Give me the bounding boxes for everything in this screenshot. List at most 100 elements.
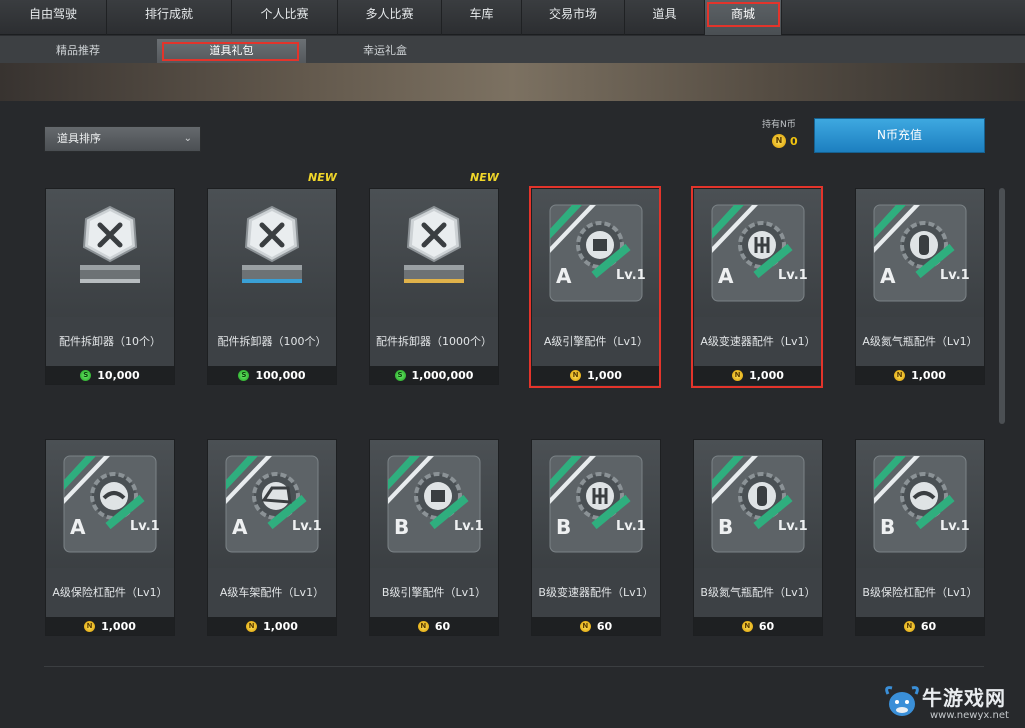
price-value: 1,000,000 xyxy=(411,368,474,382)
recharge-button[interactable]: N币充值 xyxy=(814,118,985,153)
item-card[interactable]: B Lv.1 B级变速器配件（Lv1） N 60 xyxy=(531,439,661,636)
price-value: 60 xyxy=(434,619,451,633)
item-price: S 100,000 xyxy=(208,366,336,384)
tab-multiplayer[interactable]: 多人比赛 xyxy=(338,0,442,35)
n-coin-icon: N xyxy=(741,620,753,632)
gearbox-icon: A Lv.1 xyxy=(694,189,822,317)
n-coin-icon: N xyxy=(732,369,744,381)
item-name: A级保险杠配件（Lv1） xyxy=(46,568,174,617)
nitro-icon: A Lv.1 xyxy=(856,189,984,317)
n-coin-icon: N xyxy=(570,369,582,381)
svg-text:A: A xyxy=(70,515,86,539)
coins-balance: N 0 xyxy=(772,133,798,149)
engine-icon: A Lv.1 xyxy=(532,189,660,317)
item-card[interactable]: A Lv.1 A级氮气瓶配件（Lv1） N 1,000 xyxy=(855,188,985,385)
item-name: A级氮气瓶配件（Lv1） xyxy=(856,317,984,366)
item-card[interactable]: A Lv.1 A级变速器配件（Lv1） N 1,000 xyxy=(693,188,823,385)
tab-solo-race[interactable]: 个人比赛 xyxy=(232,0,338,35)
item-card[interactable]: B Lv.1 B级氮气瓶配件（Lv1） N 60 xyxy=(693,439,823,636)
svg-text:A: A xyxy=(232,515,248,539)
item-name: A级车架配件（Lv1） xyxy=(208,568,336,617)
item-price: N 60 xyxy=(856,617,984,635)
coins-value: 0 xyxy=(790,134,798,148)
svg-text:Lv.1: Lv.1 xyxy=(454,519,484,534)
item-price: N 1,000 xyxy=(532,366,660,384)
n-coin-icon: N xyxy=(246,620,258,632)
gearbox-icon: B Lv.1 xyxy=(532,440,660,568)
item-price: N 1,000 xyxy=(208,617,336,635)
subtab-featured[interactable]: 精品推荐 xyxy=(38,39,118,63)
chevron-down-icon: ⌄ xyxy=(183,133,192,144)
main-nav: 自由驾驶 排行成就 个人比赛 多人比赛 车库 交易市场 道具 商城 xyxy=(0,0,1025,35)
coins-label: 持有N币 xyxy=(762,120,796,130)
sort-label: 道具排序 xyxy=(57,132,101,145)
item-name: 配件拆卸器（1000个） xyxy=(370,317,498,366)
tool-box-icon xyxy=(370,189,498,317)
item-name: A级引擎配件（Lv1） xyxy=(532,317,660,366)
price-value: 1,000 xyxy=(101,619,136,633)
chassis-icon: A Lv.1 xyxy=(208,440,336,568)
sub-nav: 精品推荐 道具礼包 幸运礼盒 xyxy=(0,36,1025,63)
tab-garage[interactable]: 车库 xyxy=(442,0,522,35)
svg-text:B: B xyxy=(556,515,571,539)
price-value: 1,000 xyxy=(911,368,946,382)
svg-text:A: A xyxy=(718,264,734,288)
svg-text:B: B xyxy=(718,515,733,539)
subtab-lucky-box[interactable]: 幸运礼盒 xyxy=(345,39,425,63)
item-price: N 60 xyxy=(694,617,822,635)
item-card[interactable]: A Lv.1 A级保险杠配件（Lv1） N 1,000 xyxy=(45,439,175,636)
svg-text:A: A xyxy=(880,264,896,288)
item-card[interactable]: B Lv.1 B级引擎配件（Lv1） N 60 xyxy=(369,439,499,636)
item-card[interactable]: 配件拆卸器（10个） S 10,000 xyxy=(45,188,175,385)
item-name: 配件拆卸器（100个） xyxy=(208,317,336,366)
price-value: 60 xyxy=(920,619,937,633)
tab-market[interactable]: 交易市场 xyxy=(522,0,625,35)
svg-text:Lv.1: Lv.1 xyxy=(778,268,808,283)
price-value: 1,000 xyxy=(263,619,298,633)
n-coin-icon: N xyxy=(894,369,906,381)
price-value: 10,000 xyxy=(97,368,140,382)
item-card[interactable]: B Lv.1 B级保险杠配件（Lv1） N 60 xyxy=(855,439,985,636)
svg-text:B: B xyxy=(880,515,895,539)
tool-box-icon xyxy=(208,189,336,317)
item-card[interactable]: A Lv.1 A级引擎配件（Lv1） N 1,000 xyxy=(531,188,661,385)
item-price: N 1,000 xyxy=(46,617,174,635)
item-name: B级氮气瓶配件（Lv1） xyxy=(694,568,822,617)
item-price: S 10,000 xyxy=(46,366,174,384)
item-card[interactable]: 配件拆卸器（100个） S 100,000 xyxy=(207,188,337,385)
engine-icon: B Lv.1 xyxy=(370,440,498,568)
svg-text:Lv.1: Lv.1 xyxy=(616,519,646,534)
item-card[interactable]: A Lv.1 A级车架配件（Lv1） N 1,000 xyxy=(207,439,337,636)
bumper-icon: A Lv.1 xyxy=(46,440,174,568)
price-value: 60 xyxy=(758,619,775,633)
tab-rankings[interactable]: 排行成就 xyxy=(107,0,232,35)
bumper-icon: B Lv.1 xyxy=(856,440,984,568)
new-badge: NEW xyxy=(470,171,499,184)
scrollbar[interactable] xyxy=(999,188,1005,424)
svg-text:Lv.1: Lv.1 xyxy=(778,519,808,534)
price-value: 60 xyxy=(596,619,613,633)
s-coin-icon: S xyxy=(80,369,92,381)
price-value: 100,000 xyxy=(255,368,306,382)
watermark: 牛游戏网 www.newyx.net xyxy=(882,680,1022,726)
tab-shop[interactable]: 商城 xyxy=(705,0,782,35)
svg-text:Lv.1: Lv.1 xyxy=(616,268,646,283)
watermark-url: www.newyx.net xyxy=(930,710,1009,721)
bull-logo-icon xyxy=(885,686,919,716)
svg-text:Lv.1: Lv.1 xyxy=(940,519,970,534)
item-name: 配件拆卸器（10个） xyxy=(46,317,174,366)
sort-dropdown[interactable]: 道具排序 ⌄ xyxy=(44,126,201,152)
s-coin-icon: S xyxy=(238,369,250,381)
item-card[interactable]: 配件拆卸器（1000个） S 1,000,000 xyxy=(369,188,499,385)
svg-text:B: B xyxy=(394,515,409,539)
item-price: S 1,000,000 xyxy=(370,366,498,384)
tool-box-icon xyxy=(46,189,174,317)
svg-text:Lv.1: Lv.1 xyxy=(940,268,970,283)
tab-free-drive[interactable]: 自由驾驶 xyxy=(0,0,107,35)
subtab-item-packs[interactable]: 道具礼包 xyxy=(157,39,306,63)
banner-strip xyxy=(0,63,1025,101)
tab-items[interactable]: 道具 xyxy=(625,0,705,35)
n-coin-icon: N xyxy=(84,620,96,632)
item-price: N 60 xyxy=(532,617,660,635)
svg-text:Lv.1: Lv.1 xyxy=(292,519,322,534)
